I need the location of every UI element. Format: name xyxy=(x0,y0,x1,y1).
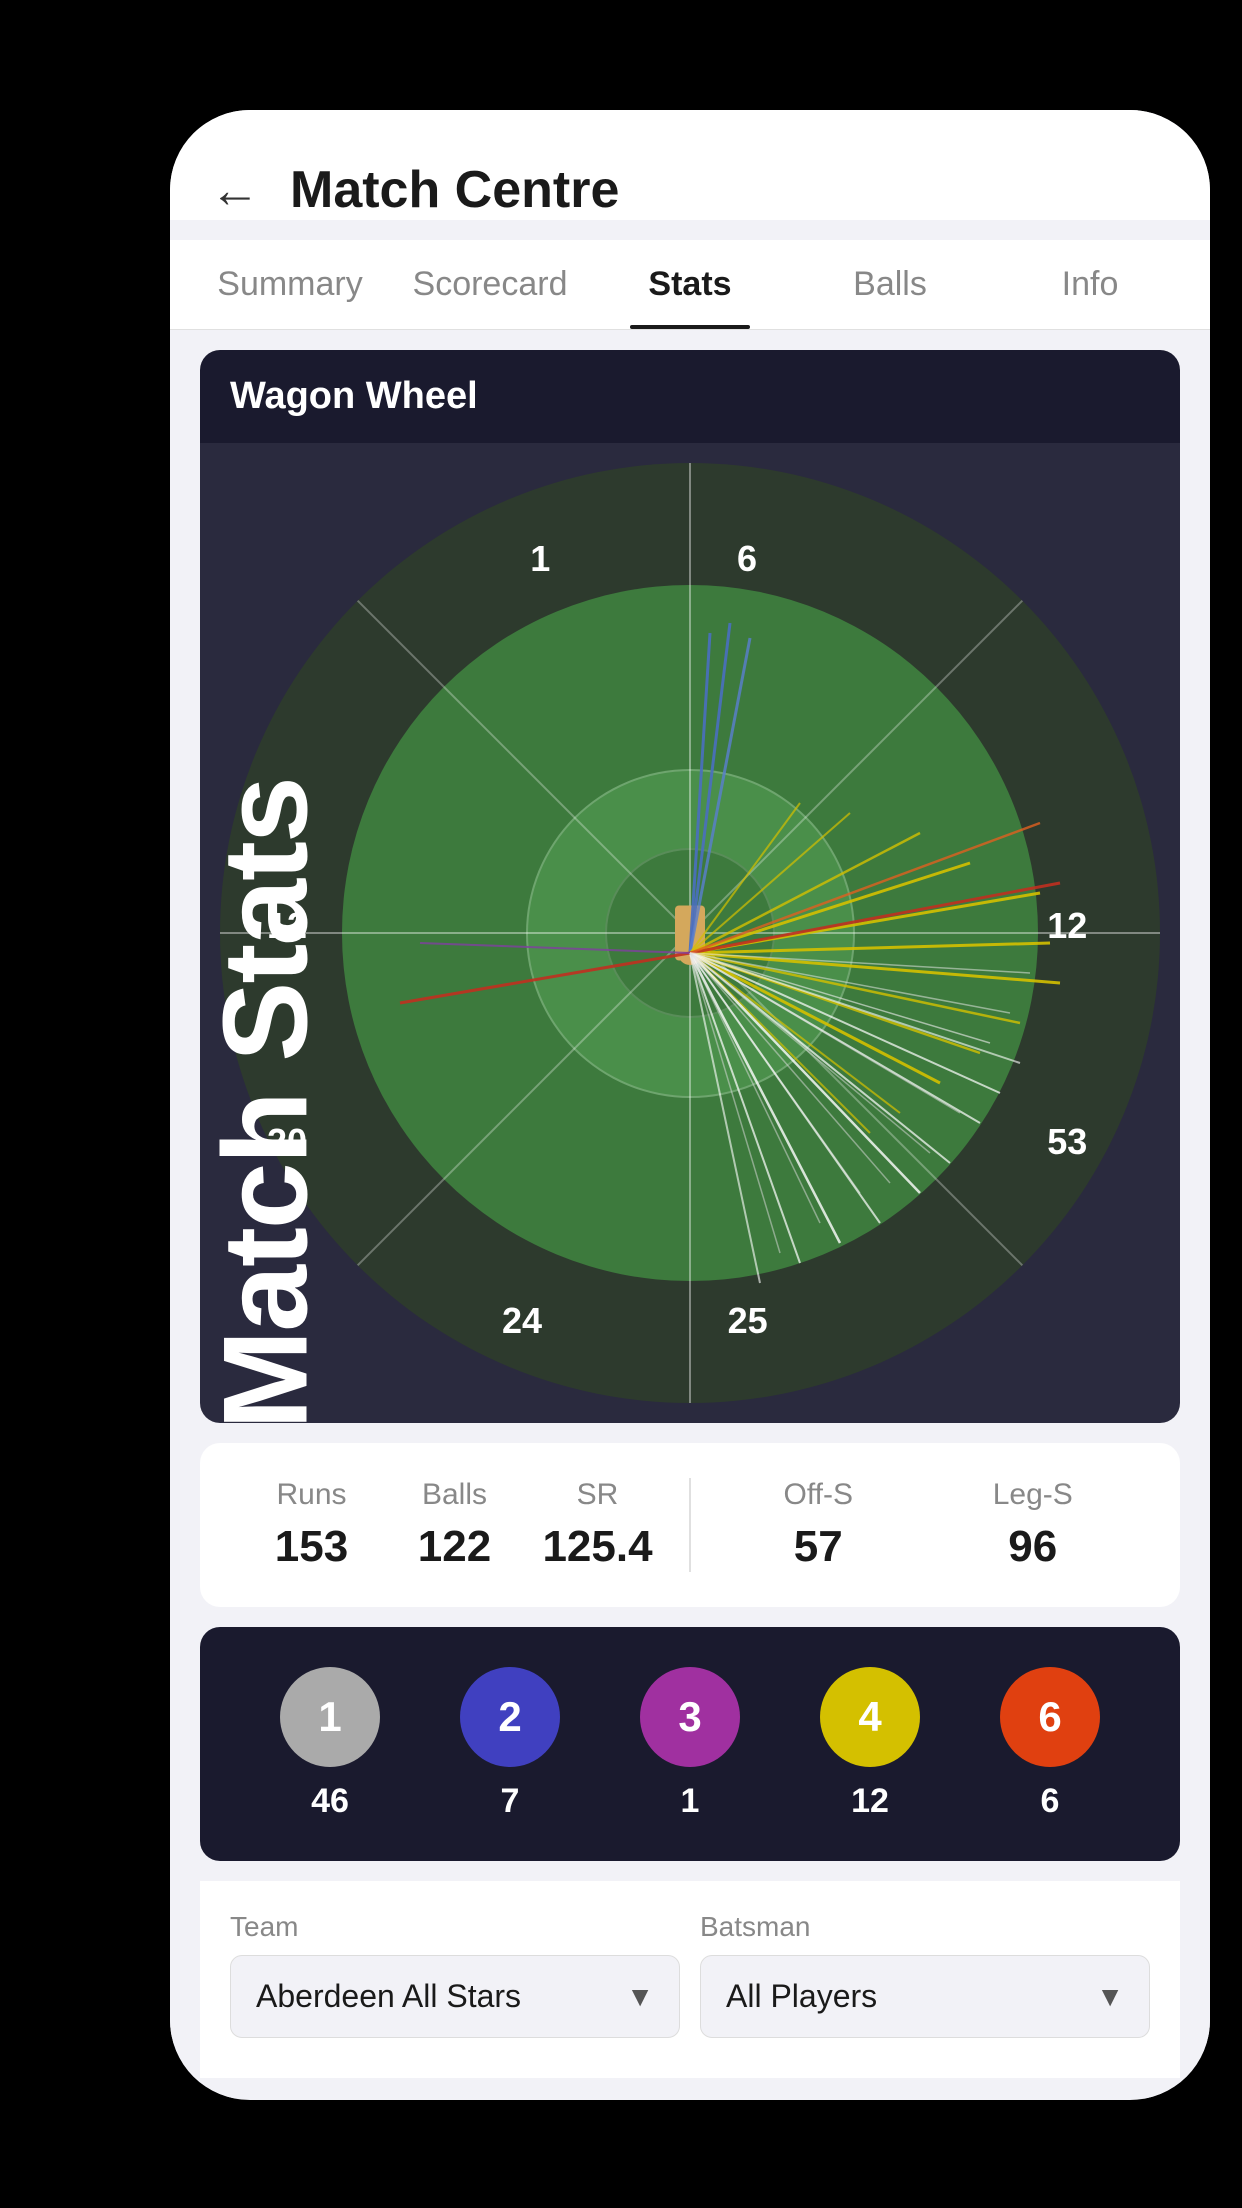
legs-label: Leg-S xyxy=(926,1478,1141,1512)
team-dropdown-value: Aberdeen All Stars xyxy=(256,1978,521,2015)
stats-divider xyxy=(689,1478,691,1572)
batsman-label: Batsman xyxy=(700,1911,1150,1943)
ball-item-1: 1 46 xyxy=(280,1667,380,1821)
ball-count-3: 1 xyxy=(681,1782,700,1821)
ball-1: 1 xyxy=(280,1667,380,1767)
ball-6: 6 xyxy=(1000,1667,1100,1767)
stat-offs: Off-S 57 xyxy=(711,1478,926,1572)
balls-value: 122 xyxy=(383,1522,526,1572)
score-balls-card: 1 46 2 7 3 1 4 12 6 6 xyxy=(200,1627,1180,1861)
team-dropdown-group: Team Aberdeen All Stars ▼ xyxy=(230,1911,680,2038)
ball-count-2: 7 xyxy=(501,1782,520,1821)
tab-bar: Summary Scorecard Stats Balls Info xyxy=(170,240,1210,330)
wagon-wheel-shots xyxy=(220,463,1160,1403)
filter-dropdowns: Team Aberdeen All Stars ▼ Batsman All Pl… xyxy=(200,1881,1180,2078)
offs-label: Off-S xyxy=(711,1478,926,1512)
app-header: ← Match Centre xyxy=(170,110,1210,220)
team-dropdown[interactable]: Aberdeen All Stars ▼ xyxy=(230,1955,680,2038)
offs-value: 57 xyxy=(711,1522,926,1572)
ball-item-2: 2 7 xyxy=(460,1667,560,1821)
tab-balls[interactable]: Balls xyxy=(790,240,990,329)
stat-legs: Leg-S 96 xyxy=(926,1478,1141,1572)
ball-item-4: 4 12 xyxy=(820,1667,920,1821)
batsman-dropdown-arrow: ▼ xyxy=(1096,1981,1124,2013)
back-button[interactable]: ← xyxy=(210,165,260,215)
ball-count-1: 46 xyxy=(311,1782,349,1821)
sr-label: SR xyxy=(526,1478,669,1512)
stat-sr: SR 125.4 xyxy=(526,1478,669,1572)
tab-stats[interactable]: Stats xyxy=(590,240,790,329)
tab-summary[interactable]: Summary xyxy=(190,240,390,329)
tab-scorecard[interactable]: Scorecard xyxy=(390,240,590,329)
stats-row-card: Runs 153 Balls 122 SR 125.4 Off-S 57 xyxy=(200,1443,1180,1607)
batsman-dropdown-value: All Players xyxy=(726,1978,877,2015)
stat-balls: Balls 122 xyxy=(383,1478,526,1572)
tab-info[interactable]: Info xyxy=(990,240,1190,329)
ball-item-3: 3 1 xyxy=(640,1667,740,1821)
batting-stats: Runs 153 Balls 122 SR 125.4 xyxy=(240,1478,669,1572)
ball-count-4: 12 xyxy=(851,1782,889,1821)
legs-value: 96 xyxy=(926,1522,1141,1572)
ball-4: 4 xyxy=(820,1667,920,1767)
cricket-field: 1 6 12 12 20 53 24 25 xyxy=(220,463,1160,1403)
sr-value: 125.4 xyxy=(526,1522,669,1572)
wagon-wheel-card: Wagon Wheel xyxy=(200,350,1180,1423)
stat-runs: Runs 153 xyxy=(240,1478,383,1572)
side-stats: Off-S 57 Leg-S 96 xyxy=(711,1478,1140,1572)
runs-label: Runs xyxy=(240,1478,383,1512)
team-dropdown-arrow: ▼ xyxy=(626,1981,654,2013)
ball-3: 3 xyxy=(640,1667,740,1767)
wagon-wheel-body: 1 6 12 12 20 53 24 25 xyxy=(200,443,1180,1423)
page-title: Match Centre xyxy=(290,160,619,220)
ball-2: 2 xyxy=(460,1667,560,1767)
balls-label: Balls xyxy=(383,1478,526,1512)
ball-item-6: 6 6 xyxy=(1000,1667,1100,1821)
team-label: Team xyxy=(230,1911,680,1943)
wagon-wheel-header: Wagon Wheel xyxy=(200,350,1180,443)
side-title: Match Stats xyxy=(197,778,335,1429)
ball-count-6: 6 xyxy=(1041,1782,1060,1821)
batsman-dropdown-group: Batsman All Players ▼ xyxy=(700,1911,1150,2038)
runs-value: 153 xyxy=(240,1522,383,1572)
wagon-wheel-title: Wagon Wheel xyxy=(230,375,478,417)
batsman-dropdown[interactable]: All Players ▼ xyxy=(700,1955,1150,2038)
